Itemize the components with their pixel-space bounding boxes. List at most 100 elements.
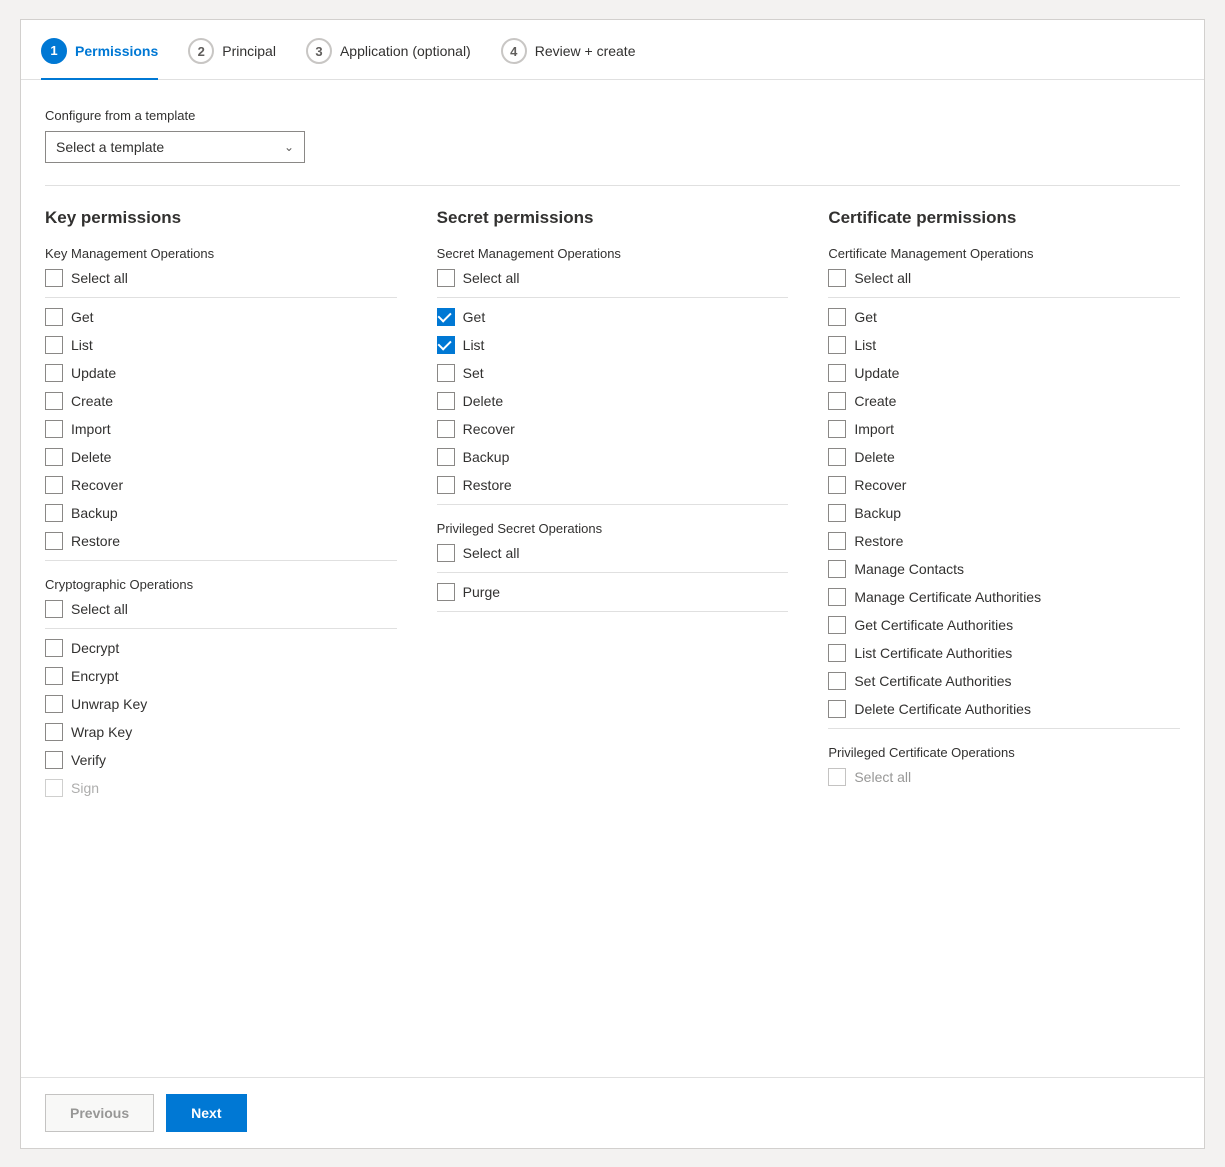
secret-delete-label[interactable]: Delete bbox=[463, 393, 503, 409]
key-recover-label[interactable]: Recover bbox=[71, 477, 123, 493]
step-3-label: Application (optional) bbox=[340, 43, 471, 59]
key-permissions-title: Key permissions bbox=[45, 208, 397, 228]
crypto-sign-label[interactable]: Sign bbox=[71, 780, 99, 796]
secret-set-checkbox[interactable] bbox=[437, 364, 455, 382]
cert-list-checkbox[interactable] bbox=[828, 336, 846, 354]
secret-backup-label[interactable]: Backup bbox=[463, 449, 510, 465]
step-principal[interactable]: 2 Principal bbox=[188, 38, 276, 78]
crypto-wrap-checkbox[interactable] bbox=[45, 723, 63, 741]
secret-list-label[interactable]: List bbox=[463, 337, 485, 353]
secret-list-checkbox[interactable] bbox=[437, 336, 455, 354]
step-review[interactable]: 4 Review + create bbox=[501, 38, 636, 78]
cert-update-checkbox[interactable] bbox=[828, 364, 846, 382]
key-list-checkbox[interactable] bbox=[45, 336, 63, 354]
next-button[interactable]: Next bbox=[166, 1094, 246, 1132]
crypto-unwrap-checkbox[interactable] bbox=[45, 695, 63, 713]
key-update-checkbox[interactable] bbox=[45, 364, 63, 382]
cert-manage-contacts-checkbox[interactable] bbox=[828, 560, 846, 578]
crypto-decrypt-label[interactable]: Decrypt bbox=[71, 640, 119, 656]
cert-manage-cas-checkbox[interactable] bbox=[828, 588, 846, 606]
cert-backup-checkbox[interactable] bbox=[828, 504, 846, 522]
crypto-select-all-checkbox[interactable] bbox=[45, 600, 63, 618]
crypto-encrypt-label[interactable]: Encrypt bbox=[71, 668, 118, 684]
crypto-verify-checkbox[interactable] bbox=[45, 751, 63, 769]
cert-restore-label[interactable]: Restore bbox=[854, 533, 903, 549]
cert-import-label[interactable]: Import bbox=[854, 421, 894, 437]
key-restore-checkbox[interactable] bbox=[45, 532, 63, 550]
secret-set-label[interactable]: Set bbox=[463, 365, 484, 381]
key-get-label[interactable]: Get bbox=[71, 309, 94, 325]
cert-recover-checkbox[interactable] bbox=[828, 476, 846, 494]
priv-cert-select-all-label[interactable]: Select all bbox=[854, 769, 911, 785]
cert-create-checkbox[interactable] bbox=[828, 392, 846, 410]
cert-manage-contacts-item: Manage Contacts bbox=[828, 560, 1180, 578]
secret-get-checkbox[interactable] bbox=[437, 308, 455, 326]
crypto-wrap-label[interactable]: Wrap Key bbox=[71, 724, 132, 740]
cert-manage-contacts-label[interactable]: Manage Contacts bbox=[854, 561, 964, 577]
crypto-unwrap-label[interactable]: Unwrap Key bbox=[71, 696, 147, 712]
cert-delete-cas-label[interactable]: Delete Certificate Authorities bbox=[854, 701, 1031, 717]
key-get-checkbox[interactable] bbox=[45, 308, 63, 326]
secret-restore-checkbox[interactable] bbox=[437, 476, 455, 494]
secret-select-all-checkbox[interactable] bbox=[437, 269, 455, 287]
cert-list-cas-checkbox[interactable] bbox=[828, 644, 846, 662]
cert-delete-label[interactable]: Delete bbox=[854, 449, 894, 465]
cert-manage-cas-label[interactable]: Manage Certificate Authorities bbox=[854, 589, 1041, 605]
cert-set-cas-checkbox[interactable] bbox=[828, 672, 846, 690]
priv-cert-select-all-checkbox[interactable] bbox=[828, 768, 846, 786]
cert-get-cas-checkbox[interactable] bbox=[828, 616, 846, 634]
key-restore-label[interactable]: Restore bbox=[71, 533, 120, 549]
secret-purge-checkbox[interactable] bbox=[437, 583, 455, 601]
secret-recover-checkbox[interactable] bbox=[437, 420, 455, 438]
cert-create-label[interactable]: Create bbox=[854, 393, 896, 409]
crypto-encrypt-checkbox[interactable] bbox=[45, 667, 63, 685]
cert-import-checkbox[interactable] bbox=[828, 420, 846, 438]
previous-button[interactable]: Previous bbox=[45, 1094, 154, 1132]
priv-secret-select-all-checkbox[interactable] bbox=[437, 544, 455, 562]
cert-recover-label[interactable]: Recover bbox=[854, 477, 906, 493]
template-dropdown[interactable]: Select a template ⌄ bbox=[45, 131, 305, 163]
cert-backup-label[interactable]: Backup bbox=[854, 505, 901, 521]
key-backup-checkbox[interactable] bbox=[45, 504, 63, 522]
key-update-label[interactable]: Update bbox=[71, 365, 116, 381]
key-import-checkbox[interactable] bbox=[45, 420, 63, 438]
key-create-checkbox[interactable] bbox=[45, 392, 63, 410]
cert-delete-cas-checkbox[interactable] bbox=[828, 700, 846, 718]
cert-select-all-checkbox[interactable] bbox=[828, 269, 846, 287]
cert-get-checkbox[interactable] bbox=[828, 308, 846, 326]
cert-update-label[interactable]: Update bbox=[854, 365, 899, 381]
cert-delete-checkbox[interactable] bbox=[828, 448, 846, 466]
key-create-label[interactable]: Create bbox=[71, 393, 113, 409]
crypto-select-all-label[interactable]: Select all bbox=[71, 601, 128, 617]
key-import-label[interactable]: Import bbox=[71, 421, 111, 437]
key-delete-checkbox[interactable] bbox=[45, 448, 63, 466]
cert-set-cas-label[interactable]: Set Certificate Authorities bbox=[854, 673, 1011, 689]
crypto-verify-label[interactable]: Verify bbox=[71, 752, 106, 768]
key-delete-label[interactable]: Delete bbox=[71, 449, 111, 465]
crypto-sign-checkbox[interactable] bbox=[45, 779, 63, 797]
priv-secret-select-all-label[interactable]: Select all bbox=[463, 545, 520, 561]
key-recover-checkbox[interactable] bbox=[45, 476, 63, 494]
cert-select-all-label[interactable]: Select all bbox=[854, 270, 911, 286]
key-select-all-checkbox[interactable] bbox=[45, 269, 63, 287]
footer: Previous Next bbox=[21, 1077, 1204, 1148]
cert-get-label[interactable]: Get bbox=[854, 309, 877, 325]
key-select-all-label[interactable]: Select all bbox=[71, 270, 128, 286]
cert-list-cas-label[interactable]: List Certificate Authorities bbox=[854, 645, 1012, 661]
secret-select-all-label[interactable]: Select all bbox=[463, 270, 520, 286]
secret-restore-label[interactable]: Restore bbox=[463, 477, 512, 493]
cert-list-label[interactable]: List bbox=[854, 337, 876, 353]
step-permissions[interactable]: 1 Permissions bbox=[41, 38, 158, 80]
key-list-label[interactable]: List bbox=[71, 337, 93, 353]
secret-recover-label[interactable]: Recover bbox=[463, 421, 515, 437]
key-backup-label[interactable]: Backup bbox=[71, 505, 118, 521]
cert-get-cas-label[interactable]: Get Certificate Authorities bbox=[854, 617, 1013, 633]
secret-get-label[interactable]: Get bbox=[463, 309, 486, 325]
cert-restore-checkbox[interactable] bbox=[828, 532, 846, 550]
secret-backup-checkbox[interactable] bbox=[437, 448, 455, 466]
crypto-decrypt-checkbox[interactable] bbox=[45, 639, 63, 657]
key-list-item: List bbox=[45, 336, 397, 354]
secret-delete-checkbox[interactable] bbox=[437, 392, 455, 410]
secret-purge-label[interactable]: Purge bbox=[463, 584, 500, 600]
step-application[interactable]: 3 Application (optional) bbox=[306, 38, 471, 78]
